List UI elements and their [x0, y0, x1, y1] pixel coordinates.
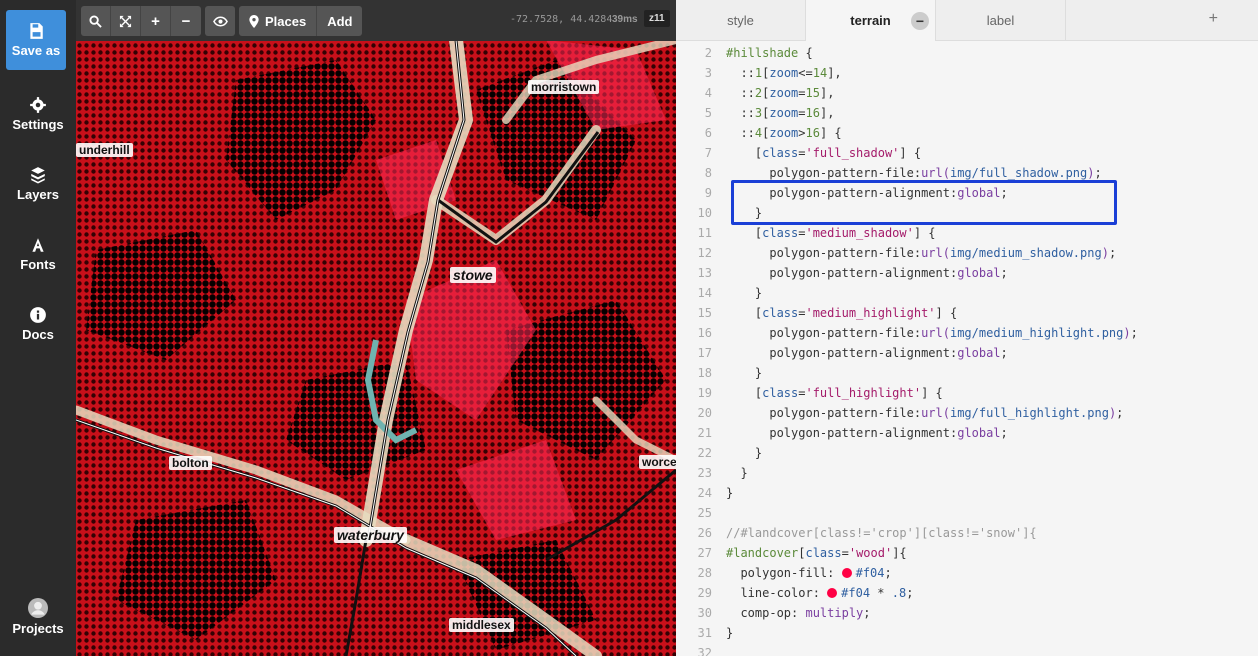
sidebar: Save as Settings Layers Fonts Docs Proje… [0, 0, 76, 656]
docs-label: Docs [22, 327, 54, 342]
docs-button[interactable]: Docs [0, 292, 76, 354]
search-button[interactable] [81, 6, 111, 36]
map-label-middlesex: middlesex [449, 618, 514, 632]
code-area[interactable]: 2 #hillshade { 3 ::1[zoom<=14], 4 ::2[zoo… [676, 41, 1258, 656]
zoom-out-button[interactable]: − [171, 6, 201, 36]
settings-label: Settings [12, 117, 64, 132]
projects-button[interactable]: Projects [0, 584, 76, 646]
plus-icon: + [151, 12, 160, 30]
add-button[interactable]: Add [317, 6, 362, 36]
projects-label: Projects [12, 621, 64, 636]
code-editor-panel: style terrain − label + 2 #hillshade { 3 … [676, 0, 1258, 656]
map-label-bolton: bolton [169, 456, 212, 470]
tab-style[interactable]: style [676, 0, 806, 41]
expand-icon [119, 15, 132, 27]
inspect-button[interactable] [205, 6, 235, 36]
places-add-group: Places Add [239, 6, 363, 36]
map-label-underhill: underhill [76, 143, 133, 157]
gear-icon [30, 97, 46, 113]
fonts-label: Fonts [20, 257, 56, 272]
save-icon [30, 23, 43, 39]
eye-icon [212, 16, 228, 26]
map-canvas[interactable] [76, 0, 676, 656]
user-icon [28, 598, 48, 618]
settings-button[interactable]: Settings [0, 82, 76, 144]
tab-style-label: style [727, 13, 754, 28]
map-tools-group: + − [81, 6, 201, 36]
tab-label[interactable]: label [936, 0, 1066, 41]
save-as-button[interactable]: Save as [6, 10, 66, 70]
tab-terrain[interactable]: terrain − [806, 0, 936, 41]
coordinates-readout: -72.7528, 44.4284 [510, 14, 613, 25]
save-as-label: Save as [11, 43, 61, 58]
inspect-group [205, 6, 235, 36]
render-time: 39ms [612, 14, 638, 25]
stylesheet-tabs: style terrain − label + [676, 0, 1258, 41]
info-icon [30, 307, 46, 323]
places-button[interactable]: Places [239, 6, 318, 36]
map-label-stowe: stowe [450, 267, 496, 283]
places-label: Places [265, 13, 307, 29]
map-toolbar: + − Places Add -72.7528, 44.4284 39ms z1… [76, 0, 676, 41]
map-label-morristown: morristown [528, 80, 600, 94]
fonts-button[interactable]: Fonts [0, 222, 76, 284]
zoom-in-button[interactable]: + [141, 6, 171, 36]
font-icon [32, 238, 44, 252]
layers-button[interactable]: Layers [0, 152, 76, 214]
remove-tab-button[interactable]: − [911, 12, 929, 30]
minus-icon: − [181, 12, 191, 30]
color-swatch[interactable] [827, 588, 838, 598]
tab-label-label: label [986, 13, 1015, 28]
pin-icon [249, 14, 259, 28]
layers-label: Layers [17, 187, 59, 202]
zoom-level-badge: z11 [644, 10, 670, 27]
color-swatch[interactable] [841, 568, 852, 578]
map-label-worcester: worce [639, 455, 676, 469]
tab-terrain-label: terrain [850, 13, 891, 28]
map-label-waterbury: waterbury [334, 527, 407, 543]
add-tab-button[interactable]: + [1209, 10, 1218, 28]
add-label: Add [327, 13, 353, 29]
map-view[interactable]: morristown underhill stowe bolton worce … [76, 0, 676, 656]
search-icon [89, 14, 102, 28]
layers-icon [31, 167, 45, 184]
fullscreen-button[interactable] [111, 6, 141, 36]
